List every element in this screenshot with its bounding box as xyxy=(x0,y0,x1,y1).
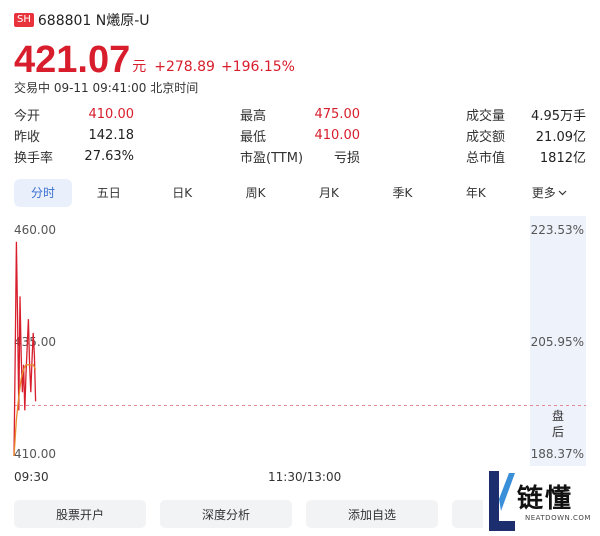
stock-header: SH 688801 N爔原-U xyxy=(14,10,150,30)
y-tick-label: 460.00 xyxy=(14,223,56,237)
y-right-tick-label: 188.37% xyxy=(531,447,584,461)
stats-row: 换手率 27.63% 市盈(TTM) 亏损 总市值 1812亿 xyxy=(14,146,586,167)
price-unit: 元 xyxy=(132,59,147,75)
stat-turnover-amount: 成交额 21.09亿 xyxy=(466,130,586,145)
x-tick-label: 09:30 xyxy=(14,470,49,484)
stats-grid: 今开 410.00 最高 475.00 成交量 4.95万手 昨收 142.18… xyxy=(14,104,586,167)
stat-volume: 成交量 4.95万手 xyxy=(466,109,586,124)
stat-high: 最高 475.00 xyxy=(240,107,360,124)
chevron-down-icon xyxy=(558,190,567,196)
stat-open: 今开 410.00 xyxy=(14,107,134,124)
x-tick-label: 11:30/13:00 xyxy=(268,470,342,484)
y-right-tick-label: 205.95% xyxy=(531,335,584,349)
tab-quarterly-k[interactable]: 季K xyxy=(366,179,439,207)
logo-mark-icon xyxy=(489,471,515,531)
session-label: 后 xyxy=(552,425,564,439)
y-right-tick-label: 223.53% xyxy=(531,223,584,237)
deep-analysis-button[interactable]: 深度分析 xyxy=(160,500,292,528)
stat-market-cap: 总市值 1812亿 xyxy=(466,151,586,166)
stat-low: 最低 410.00 xyxy=(240,128,360,145)
session-label: 盘 xyxy=(552,408,564,423)
tab-weekly-k[interactable]: 周K xyxy=(219,179,292,207)
current-price: 421.07 xyxy=(14,39,131,81)
tab-more[interactable]: 更多 xyxy=(513,179,586,207)
chart-period-tabs: 分时 五日 日K 周K 月K 季K 年K 更多 xyxy=(14,178,586,208)
price-change: +278.89 xyxy=(154,59,215,75)
tab-intraday[interactable]: 分时 xyxy=(14,179,72,207)
stat-prev-close: 昨收 142.18 xyxy=(14,128,134,145)
y-tick-label: 410.00 xyxy=(14,447,56,461)
tab-daily-k[interactable]: 日K xyxy=(145,179,218,207)
tab-monthly-k[interactable]: 月K xyxy=(292,179,365,207)
price-row: 421.07 元 +278.89 +196.15% xyxy=(14,34,295,80)
trading-status: 交易中 09-11 09:41:00 北京时间 xyxy=(14,81,199,95)
stock-title: 688801 N爔原-U xyxy=(37,13,150,29)
add-watchlist-button[interactable]: 添加自选 xyxy=(306,500,438,528)
logo-domain-text: NEATDOWN.COM xyxy=(525,514,591,522)
stat-pe-ttm: 市盈(TTM) 亏损 xyxy=(240,151,360,166)
intraday-chart[interactable]: 460.00435.00410.00223.53%205.95%188.37%盘… xyxy=(0,216,600,466)
stat-turnover-rate: 换手率 27.63% xyxy=(14,149,134,166)
watermark-logo: 链懂 NEATDOWN.COM xyxy=(483,466,600,536)
tab-yearly-k[interactable]: 年K xyxy=(439,179,512,207)
tab-five-day[interactable]: 五日 xyxy=(72,179,145,207)
tab-more-label: 更多 xyxy=(531,186,556,200)
logo-brand-text: 链懂 xyxy=(517,484,574,514)
stats-row: 昨收 142.18 最低 410.00 成交额 21.09亿 xyxy=(14,125,586,146)
exchange-badge: SH xyxy=(14,13,34,27)
stats-row: 今开 410.00 最高 475.00 成交量 4.95万手 xyxy=(14,104,586,125)
price-change-pct: +196.15% xyxy=(220,59,295,75)
open-account-button[interactable]: 股票开户 xyxy=(14,500,146,528)
